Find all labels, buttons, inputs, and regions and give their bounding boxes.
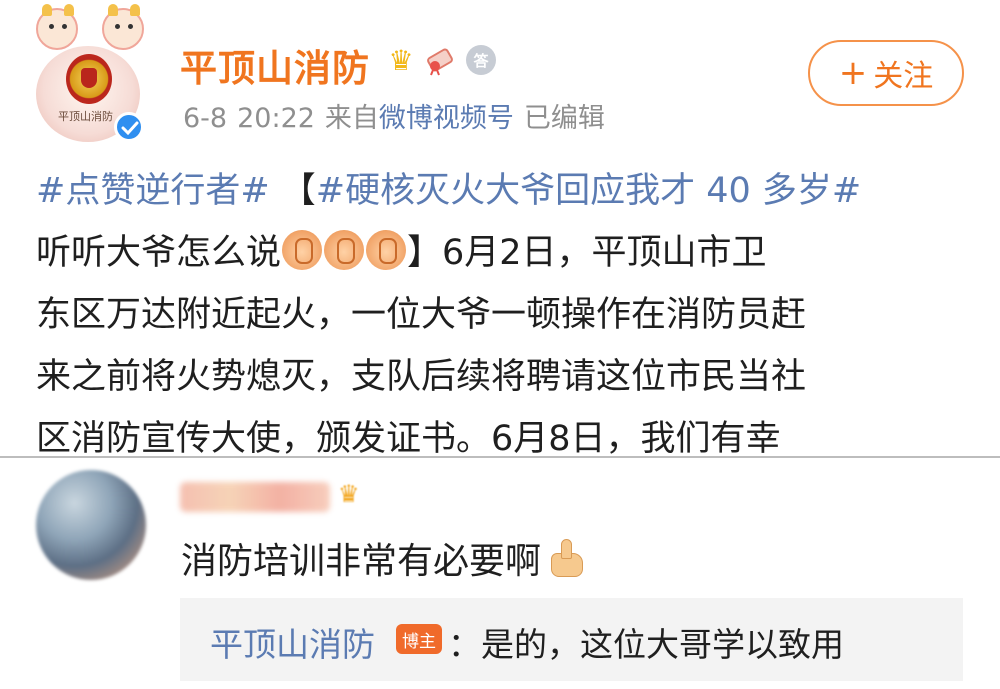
medal-text: 答 (466, 45, 496, 75)
plus-icon: + (838, 53, 868, 93)
reply-author-name[interactable]: 平顶山消防 (210, 618, 375, 666)
fire-emblem-icon (66, 54, 112, 104)
crown-icon: ♛ (338, 480, 360, 508)
content-line: 来之前将火势熄灭，支队后续将聘请这位市民当社 (36, 357, 807, 397)
source-link[interactable]: 微博视频号 (379, 103, 514, 134)
cow-decoration-icon (36, 4, 78, 50)
post-time: 20:22 (237, 103, 315, 134)
post-date: 6-8 (183, 103, 228, 134)
content-line: 听听大爷怎么说 】6月2日，平顶山市卫 (36, 222, 971, 284)
hashtag-link[interactable]: #硬核灭火大爷回应我才 40 多岁# (316, 171, 861, 211)
reply-text: ：是的，这位大哥学以致用 (448, 625, 844, 664)
medal-icon[interactable]: 答 (464, 43, 498, 77)
cow-decoration-icon (102, 4, 144, 50)
author-avatar[interactable]: 平顶山消防 (30, 4, 154, 142)
author-name[interactable]: 平顶山消防 (180, 38, 370, 92)
content-line: 区消防宣传大使，颁发证书。6月8日，我们有幸 (36, 419, 781, 456)
clap-emoji-icon (282, 230, 323, 270)
follow-button[interactable]: + 关注 (808, 40, 964, 106)
bracket-text: 【 (269, 171, 316, 211)
follow-label: 关注 (873, 59, 934, 94)
author-badges: ♛ 答 (384, 40, 498, 80)
post-meta: 6-8 20:22 来自微博视频号 已编辑 (183, 96, 615, 135)
avatar-caption: 平顶山消防 (58, 110, 113, 123)
weibo-post: 平顶山消防 平顶山消防 ♛ 答 6-8 20:22 来自微博视频号已编辑 + (0, 0, 1000, 456)
content-text: 听听大爷怎么说 (36, 233, 282, 273)
comment-item: ♛ 消防培训非常有必要啊 平顶山消防 博主 ：是的，这位大哥学以致用 (0, 458, 1000, 689)
source-prefix: 来自 (324, 103, 379, 134)
comment-text[interactable]: 消防培训非常有必要啊 (181, 532, 589, 584)
clap-emoji-icon (366, 230, 407, 270)
hashtag-link[interactable]: #点赞逆行者# (36, 171, 270, 211)
verified-icon (114, 112, 144, 142)
content-line: 东区万达附近起火，一位大爷一顿操作在消防员赶 (36, 295, 807, 335)
thumbs-up-emoji-icon (547, 537, 589, 579)
commenter-name-blurred[interactable] (180, 482, 330, 512)
edited-label: 已编辑 (523, 103, 605, 134)
clap-emoji-icon (324, 230, 365, 270)
diploma-icon[interactable] (424, 43, 458, 77)
reply-box[interactable]: 平顶山消防 博主 ：是的，这位大哥学以致用 (180, 598, 963, 681)
commenter-avatar[interactable] (36, 470, 146, 580)
content-text: 】6月2日，平顶山市卫 (407, 233, 767, 273)
blogger-tag: 博主 (396, 624, 442, 654)
content-line: #点赞逆行者# 【#硬核灭火大爷回应我才 40 多岁# (36, 160, 971, 222)
comment-body: 消防培训非常有必要啊 (181, 541, 542, 582)
crown-icon[interactable]: ♛ (384, 43, 418, 77)
post-content[interactable]: #点赞逆行者# 【#硬核灭火大爷回应我才 40 多岁# 听听大爷怎么说 】6月2日… (36, 160, 971, 456)
